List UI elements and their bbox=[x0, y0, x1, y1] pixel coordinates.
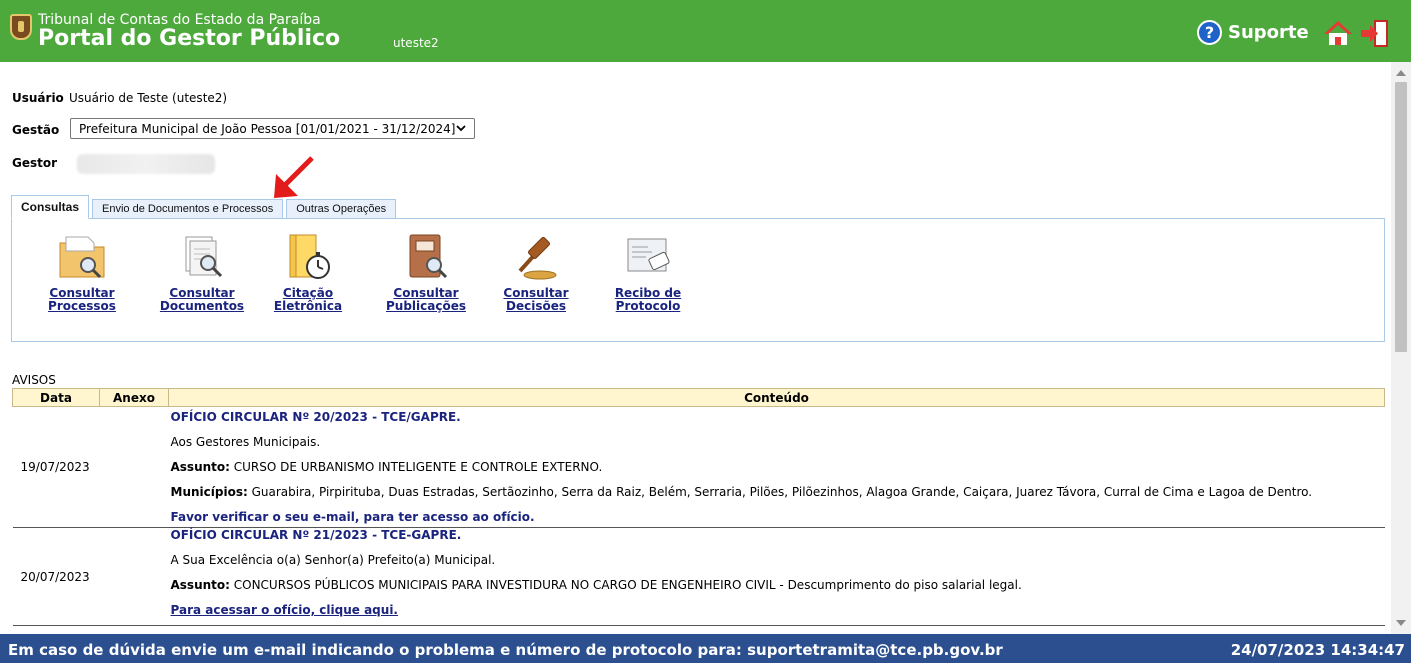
row-date: 20/07/2023 bbox=[12, 527, 100, 626]
aviso-assunto: Assunto: CURSO DE URBANISMO INTELIGENTE … bbox=[171, 460, 1385, 475]
consultas-panel: Consultar Processos Consultar Documentos C bbox=[11, 218, 1385, 342]
shortcut-recibo-protocolo[interactable]: Recibo de Protocolo bbox=[598, 231, 698, 313]
portal-title: Portal do Gestor Público bbox=[38, 26, 341, 51]
row-content: OFÍCIO CIRCULAR Nº 21/2023 - TCE-GAPRE. … bbox=[168, 527, 1385, 626]
tab-envio-documentos[interactable]: Envio de Documentos e Processos bbox=[92, 199, 284, 219]
assunto-label: Assunto: bbox=[170, 578, 230, 592]
gestao-label: Gestão bbox=[12, 123, 60, 137]
shortcut-line2: Publicações bbox=[385, 299, 466, 313]
folder-search-icon bbox=[59, 236, 105, 279]
scrollbar-thumb[interactable] bbox=[1395, 82, 1407, 352]
aviso-municipios: Municípios: Guarabira, Pirpirituba, Duas… bbox=[171, 485, 1385, 500]
shortcut-line1: Consultar bbox=[503, 286, 569, 300]
logout-icon[interactable] bbox=[1359, 19, 1389, 48]
aviso-greeting: Aos Gestores Municipais. bbox=[170, 434, 321, 449]
scroll-down-arrow-icon[interactable] bbox=[1396, 620, 1406, 626]
shortcut-consultar-processos[interactable]: Consultar Processos bbox=[32, 231, 132, 313]
shortcut-line2: Eletrônica bbox=[273, 299, 343, 313]
aviso-title: OFÍCIO CIRCULAR Nº 20/2023 - TCE/GAPRE. bbox=[170, 409, 461, 424]
column-header-data: Data bbox=[12, 388, 100, 407]
book-search-icon bbox=[409, 234, 448, 279]
folder-stopwatch-icon bbox=[289, 234, 330, 279]
shortcut-line2: Processos bbox=[48, 299, 116, 313]
gestao-selected-value: Prefeitura Municipal de João Pessoa [01/… bbox=[79, 121, 456, 136]
avisos-table: Data Anexo Conteúdo 19/07/2023 OFÍCIO CI… bbox=[12, 388, 1385, 626]
shortcut-line1: Consultar bbox=[49, 286, 115, 300]
gavel-icon bbox=[518, 237, 557, 280]
aviso-greeting: A Sua Excelência o(a) Senhor(a) Prefeito… bbox=[170, 553, 496, 567]
help-icon: ? bbox=[1197, 20, 1222, 45]
shortcut-line1: Recibo de bbox=[614, 286, 682, 300]
assunto-text: CURSO DE URBANISMO INTELIGENTE E CONTROL… bbox=[229, 459, 603, 474]
shortcut-line2: Decisões bbox=[506, 299, 566, 313]
row-anexo bbox=[99, 406, 169, 528]
app-header: Tribunal de Contas do Estado da Paraíba … bbox=[0, 0, 1411, 62]
avisos-heading: AVISOS bbox=[12, 373, 56, 387]
municipios-text: Guarabira, Pirpirituba, Duas Estradas, S… bbox=[247, 484, 1313, 499]
gestor-label: Gestor bbox=[12, 156, 58, 170]
shortcut-citacao-eletronica[interactable]: Citação Eletrônica bbox=[258, 231, 358, 313]
assunto-label: Assunto: bbox=[170, 459, 230, 474]
shortcut-consultar-publicacoes[interactable]: Consultar Publicações bbox=[376, 231, 476, 313]
usuario-value: Usuário de Teste (uteste2) bbox=[69, 91, 228, 105]
table-header-row: Data Anexo Conteúdo bbox=[12, 388, 1385, 407]
support-link[interactable]: ? Suporte bbox=[1197, 20, 1309, 45]
chevron-down-icon bbox=[456, 125, 466, 132]
shortcut-line1: Citação bbox=[282, 286, 334, 300]
assunto-text: CONCURSOS PÚBLICOS MUNICIPAIS PARA INVES… bbox=[229, 578, 1022, 592]
aviso-assunto: Assunto: CONCURSOS PÚBLICOS MUNICIPAIS P… bbox=[171, 578, 1385, 593]
document-search-icon bbox=[185, 236, 223, 278]
tab-outras-operacoes[interactable]: Outras Operações bbox=[286, 199, 397, 219]
aviso-title: OFÍCIO CIRCULAR Nº 21/2023 - TCE-GAPRE. bbox=[170, 528, 462, 542]
shortcut-consultar-documentos[interactable]: Consultar Documentos bbox=[152, 231, 252, 313]
municipios-label: Municípios: bbox=[170, 484, 248, 499]
aviso-note: Favor verificar o seu e-mail, para ter a… bbox=[170, 509, 535, 524]
footer-datetime: 24/07/2023 14:34:47 bbox=[1230, 641, 1405, 659]
gestor-value-redacted bbox=[77, 154, 215, 174]
scroll-up-arrow-icon[interactable] bbox=[1396, 70, 1406, 76]
aviso-link[interactable]: Para acessar o ofício, clique aqui. bbox=[171, 603, 399, 617]
shortcut-line2: Documentos bbox=[159, 299, 245, 313]
vertical-scrollbar[interactable] bbox=[1391, 62, 1411, 634]
table-row: 19/07/2023 OFÍCIO CIRCULAR Nº 20/2023 - … bbox=[12, 406, 1385, 528]
row-date: 19/07/2023 bbox=[12, 406, 100, 528]
support-label: Suporte bbox=[1228, 22, 1309, 43]
home-icon[interactable] bbox=[1323, 20, 1353, 46]
usuario-label: Usuário bbox=[12, 91, 64, 105]
footer-message: Em caso de dúvida envie um e-mail indica… bbox=[8, 641, 1003, 659]
row-content: OFÍCIO CIRCULAR Nº 20/2023 - TCE/GAPRE. … bbox=[168, 406, 1385, 528]
table-row: 20/07/2023 OFÍCIO CIRCULAR Nº 21/2023 - … bbox=[12, 527, 1385, 626]
shortcut-consultar-decisoes[interactable]: Consultar Decisões bbox=[486, 231, 586, 313]
shortcut-line1: Consultar bbox=[393, 286, 459, 300]
row-anexo bbox=[99, 527, 169, 626]
gestao-select[interactable]: Prefeitura Municipal de João Pessoa [01/… bbox=[70, 118, 475, 139]
main-content: Usuário Usuário de Teste (uteste2) Gestã… bbox=[0, 62, 1391, 634]
tab-consultas[interactable]: Consultas bbox=[11, 195, 90, 219]
header-username: uteste2 bbox=[393, 36, 439, 50]
tab-bar: Consultas Envio de Documentos e Processo… bbox=[11, 195, 399, 219]
shortcut-line2: Protocolo bbox=[615, 299, 681, 313]
receipt-stamp-icon bbox=[627, 238, 670, 272]
column-header-anexo: Anexo bbox=[99, 388, 169, 407]
shortcut-line1: Consultar bbox=[169, 286, 235, 300]
tce-logo-icon bbox=[10, 14, 32, 40]
status-footer: Em caso de dúvida envie um e-mail indica… bbox=[0, 634, 1411, 663]
column-header-conteudo: Conteúdo bbox=[168, 388, 1385, 407]
